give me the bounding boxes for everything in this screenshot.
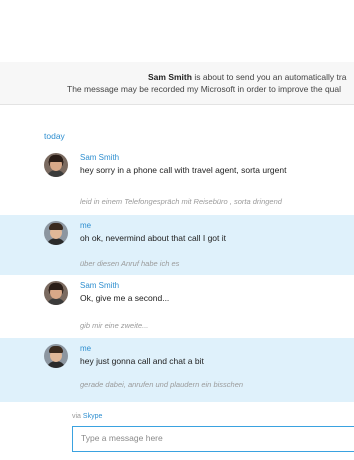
avatar[interactable] (44, 153, 68, 177)
avatar[interactable] (44, 221, 68, 245)
via-prefix: via (72, 413, 81, 420)
message-translation: gerade dabei, anrufen und plaudern ein b… (80, 380, 244, 389)
message-translation: gib mir eine zweite... (80, 321, 149, 330)
via-skype-label: via Skype (72, 413, 102, 420)
message-text: hey sorry in a phone call with travel ag… (80, 165, 287, 175)
translation-notice-banner: Sam Smith is about to send you an automa… (0, 62, 354, 105)
message-text: hey just gonna call and chat a bit (80, 356, 204, 366)
avatar[interactable] (44, 281, 68, 305)
message-row: Sam Smith Ok, give me a second... gib mi… (0, 275, 354, 338)
message-row: me oh ok, nevermind about that call I go… (0, 215, 354, 275)
message-text: Ok, give me a second... (80, 293, 170, 303)
notice-line-1-text: is about to send you an automatically tr… (194, 72, 347, 82)
message-input-box (72, 426, 354, 452)
message-translation: leid in einem Telefongespräch mit Reiseb… (80, 197, 282, 206)
message-row: me hey just gonna call and chat a bit ge… (0, 338, 354, 402)
message-translation: über diesen Anruf habe ich es (80, 259, 180, 268)
message-input[interactable] (73, 427, 351, 449)
notice-line-2: The message may be recorded my Microsoft… (67, 84, 342, 94)
via-service-name[interactable]: Skype (83, 413, 102, 420)
avatar[interactable] (44, 344, 68, 368)
message-sender: me (80, 221, 92, 230)
window-header-area (0, 0, 354, 63)
message-text: oh ok, nevermind about that call I got i… (80, 233, 227, 243)
date-separator: today (44, 131, 65, 141)
notice-line-1: Sam Smith is about to send you an automa… (148, 72, 346, 82)
notice-sender-name: Sam Smith (148, 72, 192, 82)
message-row: Sam Smith hey sorry in a phone call with… (0, 147, 354, 215)
message-sender: Sam Smith (80, 281, 120, 290)
message-sender: Sam Smith (80, 153, 120, 162)
message-sender: me (80, 344, 92, 353)
